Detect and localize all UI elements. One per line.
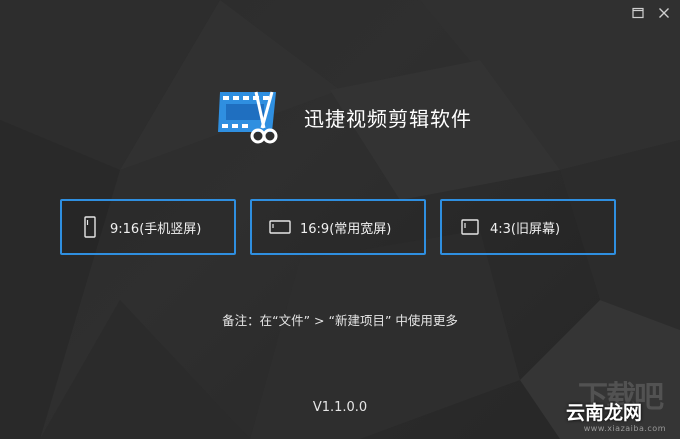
maximize-icon: [632, 7, 644, 19]
ratio-16-9-label: 16:9(常用宽屏): [300, 221, 392, 237]
app-title: 迅捷视频剪辑软件: [304, 106, 472, 131]
film-scissors-icon: [218, 91, 278, 144]
ratio-4-3-button[interactable]: 4:3(旧屏幕): [440, 199, 616, 255]
ratio-9-16-button[interactable]: 9:16(手机竖屏): [60, 199, 236, 255]
ratio-9-16-label: 9:16(手机竖屏): [110, 221, 202, 237]
ratio-4-3-label: 4:3(旧屏幕): [490, 221, 561, 237]
ratio-16-9-button[interactable]: 16:9(常用宽屏): [250, 199, 426, 255]
app-window: 迅捷视频剪辑软件 9:16(手机竖屏) 16:9(常用宽屏) 4:3(旧屏幕): [0, 0, 680, 439]
standard-frame-icon: [458, 219, 482, 235]
watermark-brand: 云南龙网: [565, 402, 642, 424]
landscape-frame-icon: [268, 220, 292, 234]
watermark-url: www.xiazaiba.com: [583, 424, 666, 433]
app-header: 迅捷视频剪辑软件: [218, 88, 472, 146]
close-icon: [659, 8, 669, 18]
close-button[interactable]: [656, 5, 672, 21]
portrait-frame-icon: [78, 216, 102, 238]
usage-note: 备注：在“文件” > “新建项目” 中使用更多: [222, 313, 458, 328]
maximize-button[interactable]: [630, 5, 646, 21]
window-controls: [630, 5, 672, 21]
